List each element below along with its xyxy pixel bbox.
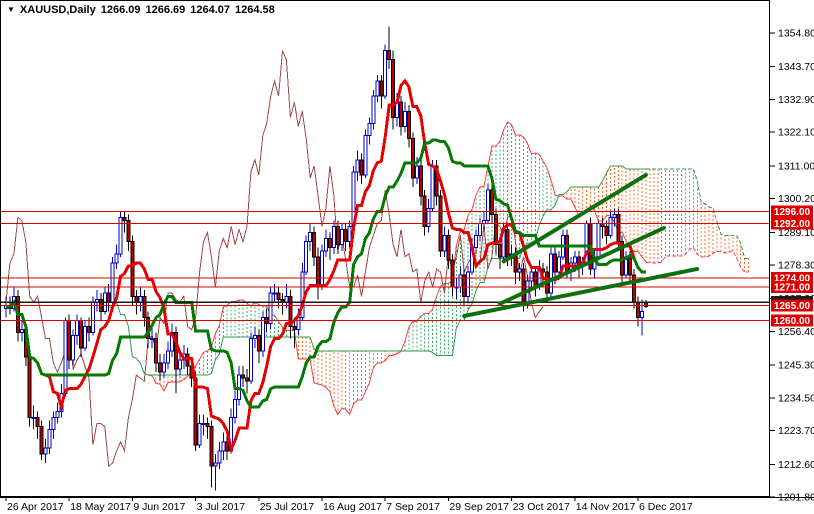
svg-text:9 Jun 2017: 9 Jun 2017 <box>133 501 185 513</box>
svg-text:1271.00: 1271.00 <box>774 283 811 294</box>
svg-text:7 Sep 2017: 7 Sep 2017 <box>386 501 440 513</box>
svg-text:1245.30: 1245.30 <box>778 360 814 372</box>
svg-text:1234.50: 1234.50 <box>778 392 814 404</box>
svg-text:1300.20: 1300.20 <box>778 193 814 205</box>
svg-text:25 Jul 2017: 25 Jul 2017 <box>260 501 314 513</box>
chart-title-bar: ▼ XAUUSD,Daily 1266.09 1266.69 1264.07 1… <box>7 4 275 16</box>
svg-text:1296.00: 1296.00 <box>774 207 811 218</box>
svg-text:1223.70: 1223.70 <box>778 425 814 437</box>
price-chart-canvas[interactable]: 1354.80 1343.70 1332.90 1322.10 1311.00 1300.… <box>0 0 814 514</box>
svg-text:1278.30: 1278.30 <box>778 260 814 272</box>
symbol-collapse-icon[interactable]: ▼ <box>7 5 15 14</box>
svg-text:1332.90: 1332.90 <box>778 94 814 106</box>
ohlc-open: 1266.09 <box>100 4 141 16</box>
svg-text:1265.00: 1265.00 <box>774 301 811 312</box>
ohlc-close: 1264.58 <box>235 4 275 16</box>
svg-text:14 Nov 2017: 14 Nov 2017 <box>576 501 636 513</box>
symbol-period-label: XAUUSD,Daily <box>19 4 96 16</box>
svg-text:1212.60: 1212.60 <box>778 459 814 471</box>
svg-text:3 Jul 2017: 3 Jul 2017 <box>197 501 246 513</box>
svg-text:29 Sep 2017: 29 Sep 2017 <box>449 501 509 513</box>
svg-text:1311.00: 1311.00 <box>778 160 814 172</box>
svg-text:1354.80: 1354.80 <box>778 28 814 40</box>
ohlc-high: 1266.69 <box>145 4 186 16</box>
svg-text:1260.00: 1260.00 <box>774 316 811 327</box>
ohlc-low: 1264.07 <box>190 4 231 16</box>
svg-text:16 Aug 2017: 16 Aug 2017 <box>323 501 382 513</box>
svg-text:1201.80: 1201.80 <box>778 492 814 504</box>
svg-text:1343.70: 1343.70 <box>778 61 814 73</box>
svg-text:1256.40: 1256.40 <box>778 326 814 338</box>
mt4-chart-window: ▼ XAUUSD,Daily 1266.09 1266.69 1264.07 1… <box>0 0 814 514</box>
svg-text:23 Oct 2017: 23 Oct 2017 <box>513 501 570 513</box>
svg-text:18 May 2017: 18 May 2017 <box>70 501 131 513</box>
svg-text:26 Apr 2017: 26 Apr 2017 <box>7 501 64 513</box>
svg-text:1322.10: 1322.10 <box>778 127 814 139</box>
svg-text:6 Dec 2017: 6 Dec 2017 <box>639 501 693 513</box>
svg-text:1292.00: 1292.00 <box>774 219 811 230</box>
